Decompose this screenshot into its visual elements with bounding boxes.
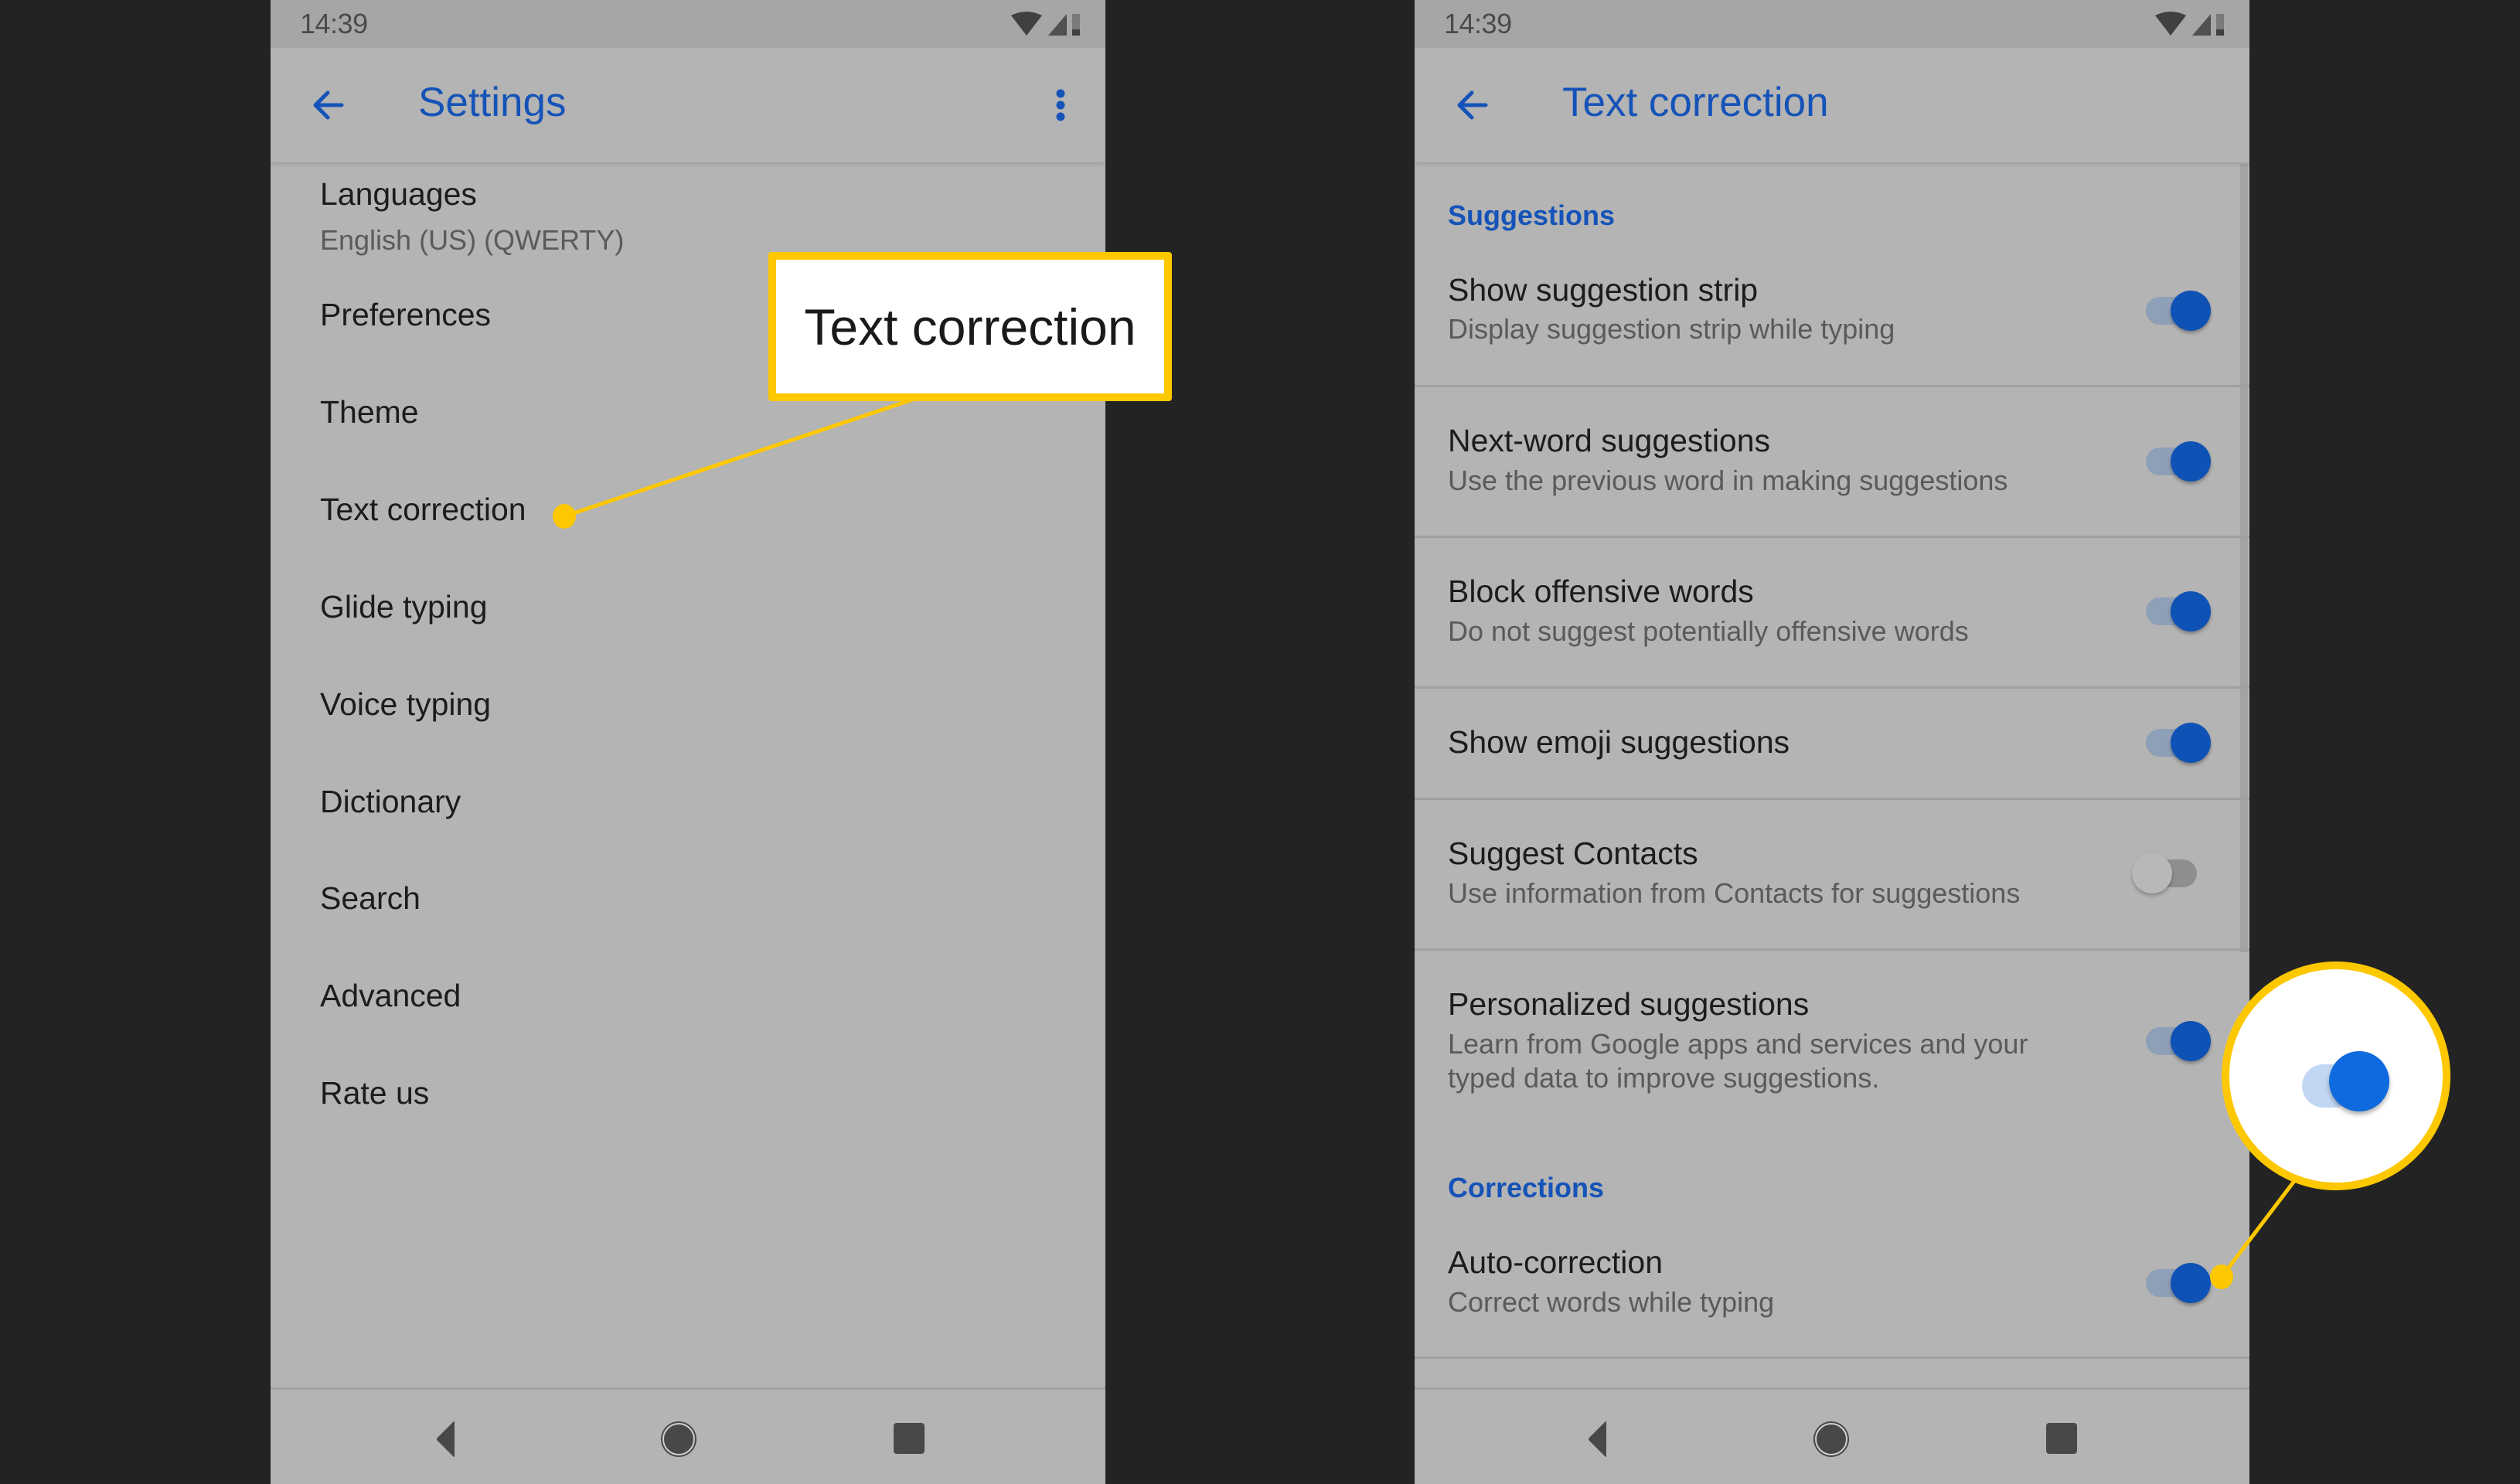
toggle-switch[interactable] bbox=[2146, 1261, 2211, 1305]
section-header-suggestions: Suggestions bbox=[1448, 199, 1616, 231]
toggle-switch[interactable] bbox=[2146, 1019, 2211, 1063]
nav-recents-icon[interactable] bbox=[886, 1416, 932, 1462]
divider bbox=[1415, 1356, 2249, 1359]
list-item-dictionary[interactable]: Dictionary bbox=[320, 784, 461, 820]
status-time: 14:39 bbox=[1444, 8, 1512, 39]
page-title: Settings bbox=[418, 80, 567, 125]
toggle-switch[interactable] bbox=[2146, 590, 2211, 633]
setting-subtitle-line-1: Learn from Google apps and services and … bbox=[1448, 1028, 2028, 1060]
divider bbox=[1415, 798, 2249, 800]
divider bbox=[1415, 686, 2249, 689]
setting-title: Block offensive words bbox=[1448, 574, 1754, 609]
list-item-theme[interactable]: Theme bbox=[320, 394, 419, 431]
setting-title: Show suggestion strip bbox=[1448, 272, 1759, 308]
status-bar: 14:39 bbox=[1415, 0, 2249, 48]
status-time: 14:39 bbox=[300, 8, 368, 39]
scrollbar[interactable] bbox=[2240, 164, 2248, 952]
toggle-thumb bbox=[2171, 723, 2211, 763]
callout-zoomed-toggle bbox=[2222, 962, 2450, 1190]
zoomed-toggle-thumb bbox=[2329, 1051, 2389, 1111]
section-header-corrections: Corrections bbox=[1448, 1172, 1605, 1203]
setting-subtitle: Display suggestion strip while typing bbox=[1448, 313, 1895, 345]
more-options-icon[interactable] bbox=[1048, 82, 1073, 128]
list-item-subtitle: English (US) (QWERTY) bbox=[320, 224, 625, 256]
setting-subtitle: Use information from Contacts for sugges… bbox=[1448, 877, 2021, 909]
wifi-icon bbox=[2155, 12, 2186, 36]
toggle-switch[interactable] bbox=[2146, 289, 2211, 332]
setting-subtitle-line-2: typed data to improve suggestions. bbox=[1448, 1062, 1880, 1094]
setting-title: Suggest Contacts bbox=[1448, 836, 1698, 871]
navigation-bar bbox=[271, 1387, 1105, 1484]
status-bar: 14:39 bbox=[271, 0, 1105, 48]
signal-icon bbox=[1048, 14, 1067, 36]
list-item-glide-typing[interactable]: Glide typing bbox=[320, 589, 488, 625]
list-item-text-correction[interactable]: Text correction bbox=[320, 492, 526, 528]
toggle-switch[interactable] bbox=[2146, 440, 2211, 483]
nav-recents-icon[interactable] bbox=[2038, 1416, 2085, 1462]
nav-home-icon[interactable] bbox=[1808, 1416, 1854, 1462]
toggle-thumb bbox=[2171, 591, 2211, 631]
nav-back-icon[interactable] bbox=[1575, 1416, 1622, 1462]
list-item-title: Languages bbox=[320, 176, 477, 212]
status-icons bbox=[2155, 12, 2224, 36]
signal-icon bbox=[2192, 14, 2211, 36]
list-item-rate-us[interactable]: Rate us bbox=[320, 1075, 429, 1111]
app-bar: Settings bbox=[271, 48, 1105, 162]
setting-title: Next-word suggestions bbox=[1448, 423, 1771, 458]
page-title: Text correction bbox=[1562, 80, 1829, 125]
setting-title: Show emoji suggestions bbox=[1448, 724, 1790, 760]
nav-back-icon[interactable] bbox=[424, 1416, 470, 1462]
text-correction-screen: 14:39 Text correction Suggestions Show s… bbox=[1415, 0, 2249, 1484]
toggle-thumb bbox=[2171, 1021, 2211, 1061]
callout-text-correction: Text correction bbox=[768, 252, 1172, 401]
toggle-switch[interactable] bbox=[2132, 852, 2197, 895]
toggle-switch[interactable] bbox=[2146, 721, 2211, 764]
divider bbox=[1415, 948, 2249, 951]
setting-subtitle: Correct words while typing bbox=[1448, 1286, 1775, 1318]
setting-title: Personalized suggestions bbox=[1448, 986, 1810, 1022]
toggle-thumb bbox=[2171, 1263, 2211, 1303]
callout-label: Text correction bbox=[804, 298, 1136, 356]
back-arrow-icon[interactable] bbox=[1452, 83, 1495, 127]
wifi-icon bbox=[1011, 12, 1042, 36]
divider bbox=[1415, 536, 2249, 538]
list-item-preferences[interactable]: Preferences bbox=[320, 297, 491, 333]
list-item-advanced[interactable]: Advanced bbox=[320, 978, 461, 1014]
toggle-thumb bbox=[2171, 291, 2211, 331]
settings-screen: 14:39 Settings Languages English (US) (Q… bbox=[271, 0, 1105, 1484]
toggle-thumb bbox=[2132, 853, 2172, 893]
setting-subtitle: Do not suggest potentially offensive wor… bbox=[1448, 615, 1969, 647]
list-item-search[interactable]: Search bbox=[320, 880, 421, 917]
list-item-voice-typing[interactable]: Voice typing bbox=[320, 686, 491, 723]
back-arrow-icon[interactable] bbox=[308, 83, 351, 127]
setting-subtitle: Use the previous word in making suggesti… bbox=[1448, 465, 2008, 496]
nav-home-icon[interactable] bbox=[656, 1416, 702, 1462]
app-bar: Text correction bbox=[1415, 48, 2249, 162]
toggle-thumb bbox=[2171, 441, 2211, 482]
setting-title: Auto-correction bbox=[1448, 1244, 1664, 1280]
divider bbox=[1415, 385, 2249, 387]
status-icons bbox=[1011, 12, 1080, 36]
navigation-bar bbox=[1415, 1387, 2249, 1484]
